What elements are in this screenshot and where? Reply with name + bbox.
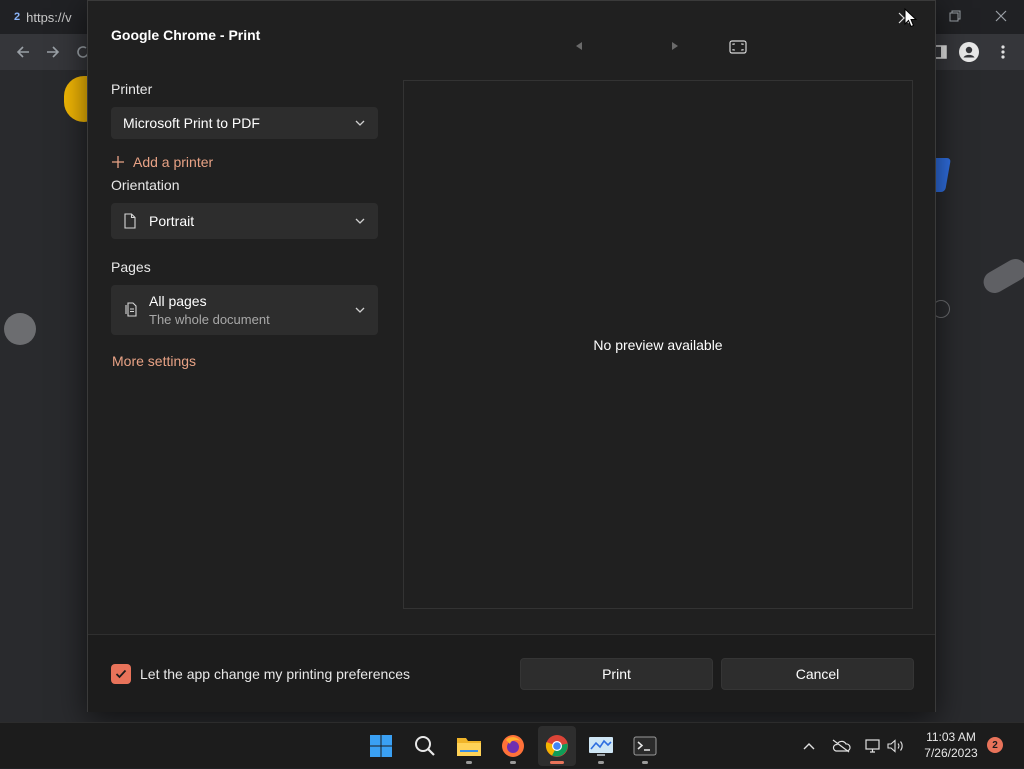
orientation-label: Orientation bbox=[111, 177, 180, 193]
show-hidden-icons-button[interactable] bbox=[798, 723, 820, 769]
chevron-down-icon bbox=[355, 307, 365, 313]
previous-page-icon[interactable] bbox=[572, 39, 586, 53]
taskbar-clock[interactable]: 11:03 AM 7/26/2023 bbox=[916, 729, 986, 761]
preferences-checkbox-label[interactable]: Let the app change my printing preferenc… bbox=[140, 666, 410, 682]
dialog-footer: Let the app change my printing preferenc… bbox=[88, 634, 935, 712]
terminal-icon bbox=[633, 736, 657, 756]
search-icon bbox=[415, 736, 435, 756]
clock-date: 7/26/2023 bbox=[924, 746, 978, 760]
printer-selected-value: Microsoft Print to PDF bbox=[123, 115, 260, 131]
running-indicator bbox=[642, 761, 648, 764]
back-button[interactable] bbox=[8, 34, 38, 70]
pages-selected-value: All pages bbox=[149, 293, 207, 309]
pages-selected-sub: The whole document bbox=[149, 312, 270, 327]
orientation-selected-value: Portrait bbox=[149, 213, 195, 229]
chevron-down-icon bbox=[355, 120, 365, 126]
no-preview-message: No preview available bbox=[593, 337, 723, 353]
tab-favicon-icon: 2 bbox=[14, 11, 21, 23]
taskbar-chrome[interactable] bbox=[538, 726, 576, 766]
pages-label: Pages bbox=[111, 259, 151, 275]
close-window-button[interactable] bbox=[978, 0, 1024, 32]
notification-badge[interactable]: 2 bbox=[987, 737, 1003, 753]
running-indicator bbox=[466, 761, 472, 764]
chevron-down-icon bbox=[355, 218, 365, 224]
running-indicator bbox=[510, 761, 516, 764]
grey-pill-decoration bbox=[979, 254, 1024, 298]
start-icon bbox=[370, 735, 392, 757]
checkmark-icon bbox=[115, 669, 127, 679]
restore-window-button[interactable] bbox=[932, 0, 978, 32]
volume-tray-button[interactable] bbox=[884, 723, 908, 769]
system-monitor-icon bbox=[589, 737, 613, 756]
print-dialog: Google Chrome - Print Printer Microsoft … bbox=[87, 0, 936, 712]
printer-label: Printer bbox=[111, 81, 153, 97]
running-indicator bbox=[598, 761, 604, 764]
profile-button[interactable] bbox=[954, 34, 984, 70]
printer-select[interactable]: Microsoft Print to PDF bbox=[111, 107, 378, 139]
pages-select[interactable]: All pages The whole document bbox=[111, 285, 378, 335]
chevron-up-icon bbox=[803, 743, 815, 750]
start-button[interactable] bbox=[362, 726, 400, 766]
forward-button[interactable] bbox=[38, 34, 68, 70]
taskbar-search-button[interactable] bbox=[406, 726, 444, 766]
taskbar-file-explorer[interactable] bbox=[450, 726, 488, 766]
network-icon bbox=[865, 739, 880, 753]
taskbar: 11:03 AM 7/26/2023 2 bbox=[0, 722, 1024, 768]
chrome-icon bbox=[545, 735, 568, 757]
plus-icon bbox=[112, 156, 124, 168]
next-page-icon[interactable] bbox=[668, 39, 682, 53]
preferences-checkbox[interactable] bbox=[111, 664, 131, 684]
tab-title: https://v bbox=[26, 9, 72, 25]
file-explorer-icon bbox=[457, 738, 481, 756]
restore-icon bbox=[949, 10, 961, 22]
taskbar-firefox[interactable] bbox=[494, 726, 532, 766]
clock-time: 11:03 AM bbox=[926, 730, 976, 744]
fit-to-window-icon[interactable] bbox=[728, 39, 748, 55]
profile-icon bbox=[959, 42, 979, 62]
chrome-menu-button[interactable] bbox=[988, 34, 1018, 70]
print-button[interactable]: Print bbox=[520, 658, 713, 690]
grey-circle-decoration bbox=[4, 313, 36, 345]
network-tray-button[interactable] bbox=[860, 723, 886, 769]
browser-tab[interactable]: 2 https://v bbox=[14, 6, 94, 28]
add-printer-link[interactable]: Add a printer bbox=[111, 152, 213, 172]
cancel-button[interactable]: Cancel bbox=[721, 658, 914, 690]
forward-arrow-icon bbox=[47, 46, 60, 58]
volume-icon bbox=[887, 739, 903, 753]
taskbar-terminal[interactable] bbox=[626, 726, 664, 766]
document-icon bbox=[124, 213, 136, 229]
dialog-title: Google Chrome - Print bbox=[111, 27, 261, 43]
close-icon bbox=[995, 10, 1007, 22]
more-vert-icon bbox=[1001, 45, 1005, 59]
back-arrow-icon bbox=[16, 46, 29, 58]
print-preview-pane: No preview available bbox=[403, 80, 913, 609]
more-settings-link[interactable]: More settings bbox=[112, 353, 196, 369]
add-printer-label: Add a printer bbox=[133, 154, 214, 170]
taskbar-system-monitor[interactable] bbox=[582, 726, 620, 766]
cloud-offline-icon bbox=[832, 739, 851, 753]
pages-icon bbox=[125, 302, 137, 317]
onedrive-tray-button[interactable] bbox=[828, 723, 854, 769]
orientation-select[interactable]: Portrait bbox=[111, 203, 378, 239]
mouse-cursor-icon bbox=[904, 8, 918, 28]
firefox-icon bbox=[502, 735, 524, 757]
active-indicator bbox=[550, 761, 564, 764]
